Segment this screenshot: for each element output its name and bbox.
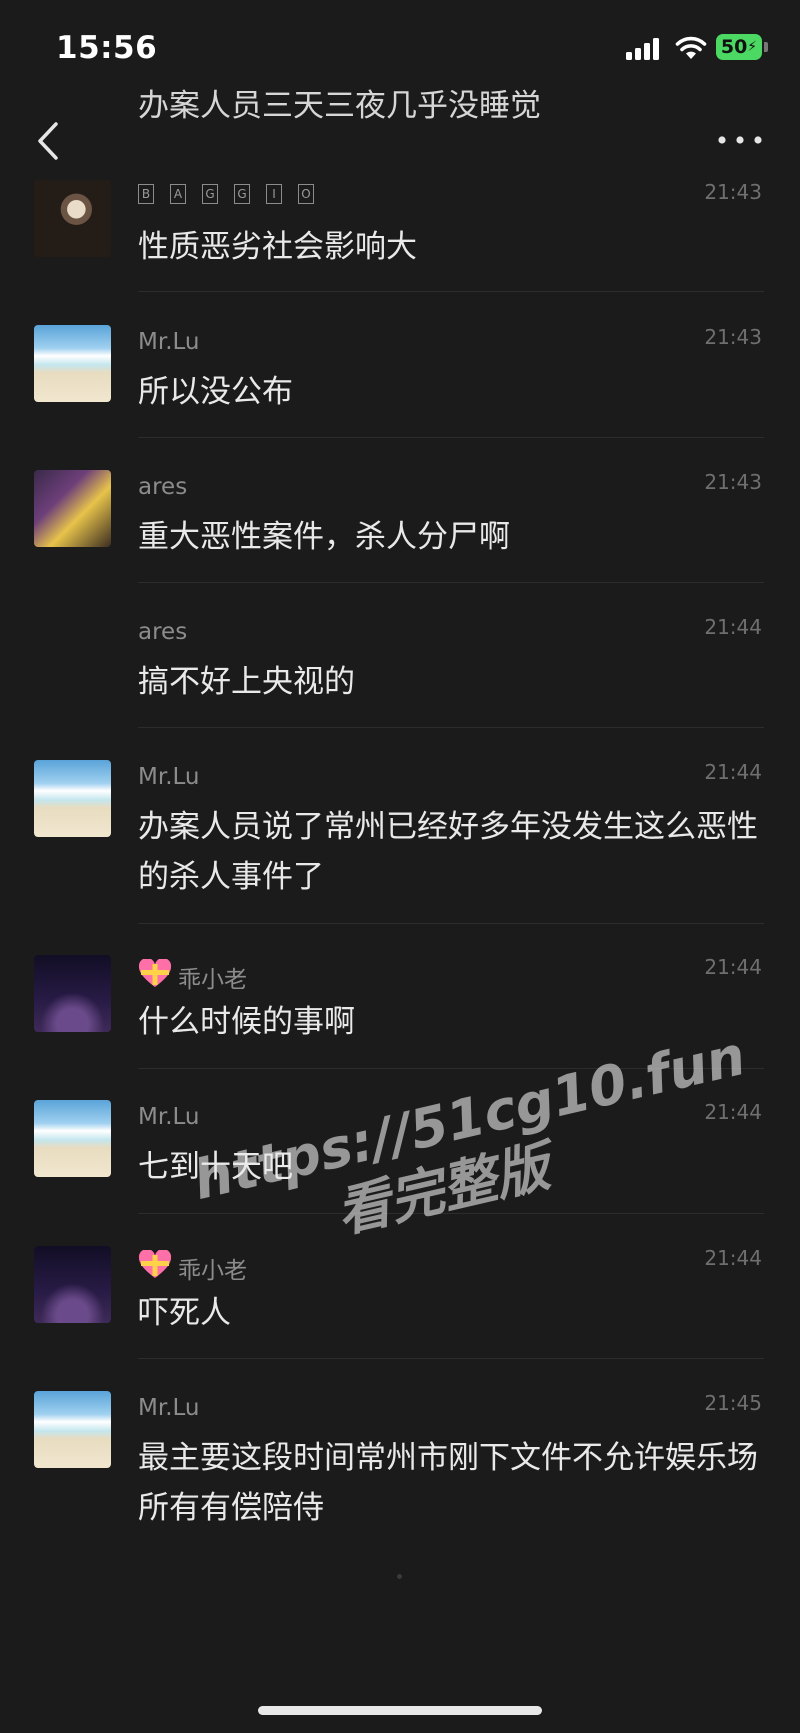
message-time: 21:44 [704,955,762,979]
message-divider [138,727,764,728]
message-time: 21:43 [704,180,762,204]
sender-glyph: O [298,184,314,204]
sender-glyph: I [266,184,282,204]
message-text: 重大恶性案件，杀人分尸啊 [138,519,510,555]
message-text: 最主要这段时间常州市刚下文件不允许娱乐场所有有偿陪侍 [138,1440,758,1526]
heart-gift-icon [138,1248,172,1286]
sender-name: Mr.Lu [138,1104,200,1130]
sender-glyph: B [138,184,154,204]
avatar[interactable] [34,470,111,547]
message-text: 所以没公布 [138,374,293,410]
message-time: 21:43 [704,325,762,349]
avatar[interactable] [34,1246,111,1323]
message-time: 21:45 [704,1391,762,1415]
status-time: 15:56 [56,30,158,66]
message-text: 性质恶劣社会影响大 [138,229,417,265]
message-divider [138,1358,764,1359]
cellular-signal-icon [626,36,662,60]
back-chevron-icon[interactable] [30,116,70,166]
sender-name: ares [138,619,188,645]
message-time: 21:44 [704,615,762,639]
scroll-indicator-dot [397,1574,402,1579]
previous-message-fragment: 办案人员三天三夜几乎没睡觉 [138,88,541,124]
avatar[interactable] [34,1391,111,1468]
sender-glyph: G [202,184,218,204]
avatar[interactable] [34,760,111,837]
message-text: 搞不好上央视的 [138,664,355,700]
message-divider [138,582,764,583]
status-bar: 15:56 50 ⚡ [0,0,800,96]
message-divider [138,291,764,292]
sender-name: 乖小老 [138,957,247,995]
battery-level: 50 [720,36,748,58]
heart-gift-icon [138,957,172,995]
avatar[interactable] [34,180,111,257]
message-divider [138,923,764,924]
sender-name: ares [138,474,188,500]
sender-label: 乖小老 [178,967,247,993]
battery-tip [764,42,768,52]
sender-name: B A G G I O [138,184,330,204]
avatar[interactable] [34,1100,111,1177]
home-indicator[interactable] [258,1706,542,1715]
message-divider [138,437,764,438]
battery-icon: 50 ⚡ [716,34,762,60]
message-time: 21:44 [704,1100,762,1124]
sender-glyph: G [234,184,250,204]
avatar[interactable] [34,325,111,402]
more-options-icon[interactable] [716,128,764,152]
sender-name: Mr.Lu [138,1395,200,1421]
message-time: 21:44 [704,1246,762,1270]
message-time: 21:44 [704,760,762,784]
watermark: https://51cg10.fun 看完整版 [188,1024,751,1277]
message-text: 吓死人 [138,1295,231,1331]
message-time: 21:43 [704,470,762,494]
sender-name: Mr.Lu [138,329,200,355]
sender-name: Mr.Lu [138,764,200,790]
avatar[interactable] [34,955,111,1032]
message-text: 办案人员说了常州已经好多年没发生这么恶性的杀人事件了 [138,809,758,895]
sender-glyph: A [170,184,186,204]
wifi-icon [675,36,707,59]
